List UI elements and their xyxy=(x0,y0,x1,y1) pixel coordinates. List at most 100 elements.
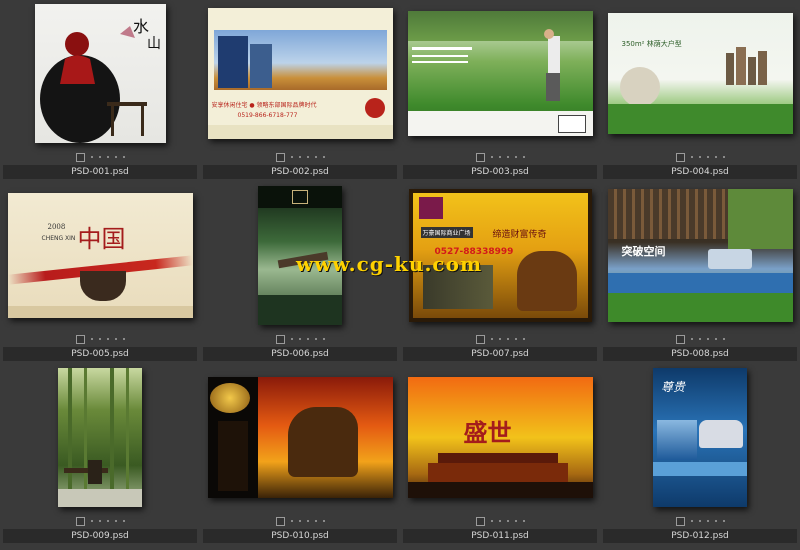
thumbnail-cell[interactable]: 突破空间 PSD-008.psd xyxy=(600,182,800,364)
rating-dot[interactable] xyxy=(506,156,509,158)
rating-dot[interactable] xyxy=(122,338,125,340)
rating-dot[interactable] xyxy=(114,156,117,158)
rating-dot[interactable] xyxy=(706,156,709,158)
rating-dot[interactable] xyxy=(306,338,309,340)
thumbnail-image[interactable]: 350m² 林荫大户型 xyxy=(607,12,793,134)
rating-dot[interactable] xyxy=(490,520,493,522)
select-checkbox[interactable] xyxy=(275,516,285,526)
ad-title: 盛世 xyxy=(463,417,512,447)
rating-dot[interactable] xyxy=(498,156,501,158)
rating-dot[interactable] xyxy=(714,156,717,158)
select-checkbox[interactable] xyxy=(75,334,85,344)
file-name: PSD-005.psd xyxy=(3,347,197,361)
rating-dot[interactable] xyxy=(722,156,725,158)
thumbnail-cell[interactable]: PSD-009.psd xyxy=(0,364,200,546)
rating-dot[interactable] xyxy=(298,156,301,158)
rating-dot[interactable] xyxy=(522,520,525,522)
rating-dot[interactable] xyxy=(522,338,525,340)
rating-dot[interactable] xyxy=(714,338,717,340)
rating-dot[interactable] xyxy=(706,520,709,522)
rating-dot[interactable] xyxy=(106,520,109,522)
select-checkbox[interactable] xyxy=(275,152,285,162)
rating-dot[interactable] xyxy=(122,156,125,158)
rating-dot[interactable] xyxy=(514,520,517,522)
thumbnail-image[interactable]: 尊贵 xyxy=(653,367,747,507)
select-checkbox[interactable] xyxy=(675,152,685,162)
rating-dot[interactable] xyxy=(490,156,493,158)
thumbnail-image[interactable]: 水 山 xyxy=(34,3,166,143)
rating-dot[interactable] xyxy=(90,156,93,158)
thumbnail-cell[interactable]: 万豪国际商业广场 缔造财富传奇 0527-88338999 PSD-007.ps… xyxy=(400,182,600,364)
rating-dot[interactable] xyxy=(306,156,309,158)
rating-dot[interactable] xyxy=(690,156,693,158)
rating-dot[interactable] xyxy=(490,338,493,340)
select-checkbox[interactable] xyxy=(475,334,485,344)
thumbnail-image[interactable] xyxy=(58,367,142,507)
thumbnail-cell[interactable]: 350m² 林荫大户型 PSD-004.psd xyxy=(600,0,800,182)
rating-dot[interactable] xyxy=(322,338,325,340)
rating-dot[interactable] xyxy=(314,520,317,522)
thumbnail-cell[interactable]: PSD-003.psd xyxy=(400,0,600,182)
rating-dot[interactable] xyxy=(698,520,701,522)
rating-dot[interactable] xyxy=(714,520,717,522)
thumbnail-image[interactable]: 盛世 xyxy=(407,376,593,498)
rating-dot[interactable] xyxy=(690,338,693,340)
thumbnail-cell[interactable]: 尊贵 PSD-012.psd xyxy=(600,364,800,546)
rating-dot[interactable] xyxy=(314,156,317,158)
thumbnail-image[interactable]: 突破空间 xyxy=(607,188,793,322)
rating-dot[interactable] xyxy=(698,156,701,158)
rating-dot[interactable] xyxy=(98,520,101,522)
thumbnail-image[interactable] xyxy=(207,376,393,498)
rating-dot[interactable] xyxy=(114,520,117,522)
rating-dot[interactable] xyxy=(314,338,317,340)
select-checkbox[interactable] xyxy=(675,334,685,344)
rating-dot[interactable] xyxy=(498,338,501,340)
rating-dot[interactable] xyxy=(514,338,517,340)
rating-dot[interactable] xyxy=(706,338,709,340)
thumbnail-cell[interactable]: 2008 CHENG XIN 中国 PSD-005.psd xyxy=(0,182,200,364)
select-checkbox[interactable] xyxy=(75,516,85,526)
thumbnail-image[interactable] xyxy=(407,10,593,136)
rating-dot[interactable] xyxy=(106,156,109,158)
rating-dot[interactable] xyxy=(106,338,109,340)
rating-dot[interactable] xyxy=(690,520,693,522)
thumbnail-cell[interactable]: 安享休闲住宅 ● 领略东部国际品牌时代 0519-866-6718-777 PS… xyxy=(200,0,400,182)
rating-dot[interactable] xyxy=(522,156,525,158)
rating-dot[interactable] xyxy=(698,338,701,340)
rating-dot[interactable] xyxy=(122,520,125,522)
rating-dot[interactable] xyxy=(90,338,93,340)
thumbnail-image[interactable]: 安享休闲住宅 ● 领略东部国际品牌时代 0519-866-6718-777 xyxy=(207,7,393,139)
select-checkbox[interactable] xyxy=(675,516,685,526)
thumbnail-cell[interactable]: 水 山 PSD-001.psd xyxy=(0,0,200,182)
thumbnail-image[interactable]: 万豪国际商业广场 缔造财富传奇 0527-88338999 xyxy=(408,188,592,322)
rating-dot[interactable] xyxy=(290,338,293,340)
rating-dot[interactable] xyxy=(322,156,325,158)
rating-dot[interactable] xyxy=(322,520,325,522)
select-checkbox[interactable] xyxy=(75,152,85,162)
select-checkbox[interactable] xyxy=(475,516,485,526)
rating-dot[interactable] xyxy=(506,338,509,340)
thumbnail-cell[interactable]: 盛世 PSD-011.psd xyxy=(400,364,600,546)
ad-banner: 万豪国际商业广场 xyxy=(420,226,473,238)
select-checkbox[interactable] xyxy=(475,152,485,162)
rating-dot[interactable] xyxy=(290,520,293,522)
select-checkbox[interactable] xyxy=(275,334,285,344)
thumbnail-image[interactable] xyxy=(258,185,342,325)
thumbnail-cell[interactable]: PSD-006.psd xyxy=(200,182,400,364)
rating-dot[interactable] xyxy=(298,520,301,522)
thumbnail-image[interactable]: 2008 CHENG XIN 中国 xyxy=(7,192,193,318)
rating-dot[interactable] xyxy=(298,338,301,340)
rating-dot[interactable] xyxy=(290,156,293,158)
rating-dot[interactable] xyxy=(90,520,93,522)
rating-dot[interactable] xyxy=(98,156,101,158)
thumbnail-cell[interactable]: PSD-010.psd xyxy=(200,364,400,546)
rating-dot[interactable] xyxy=(98,338,101,340)
ad-brand: CHENG XIN xyxy=(41,234,76,242)
rating-dot[interactable] xyxy=(114,338,117,340)
rating-dot[interactable] xyxy=(498,520,501,522)
rating-dot[interactable] xyxy=(306,520,309,522)
rating-dot[interactable] xyxy=(722,520,725,522)
rating-dot[interactable] xyxy=(514,156,517,158)
rating-dot[interactable] xyxy=(722,338,725,340)
rating-dot[interactable] xyxy=(506,520,509,522)
